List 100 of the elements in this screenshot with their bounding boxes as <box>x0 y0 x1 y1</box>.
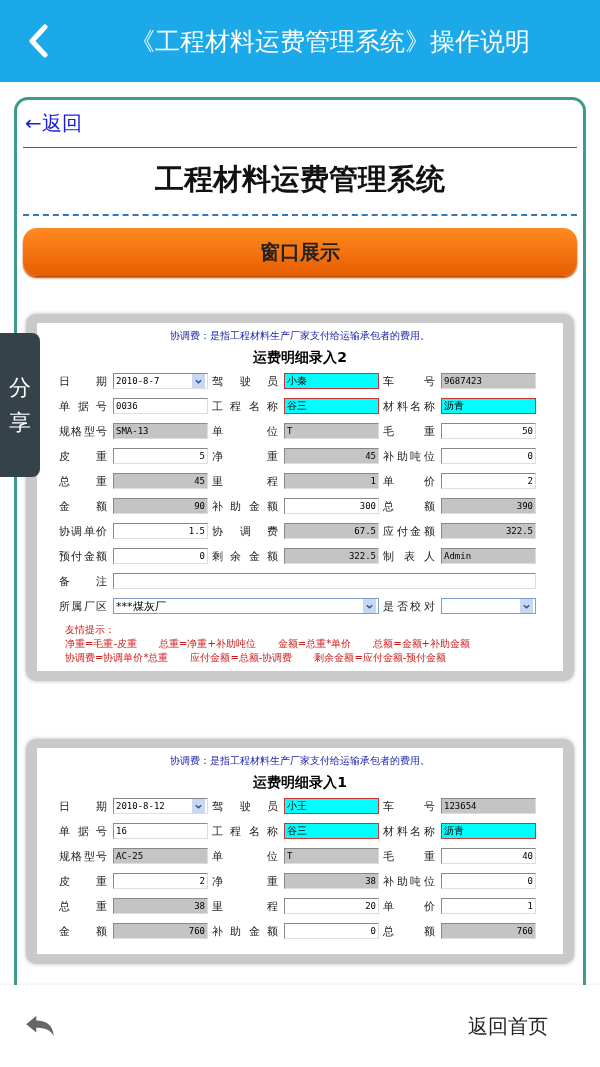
field-label: 毛重 <box>383 423 436 439</box>
input-field[interactable]: 67.5 <box>284 523 379 539</box>
field-label: 单据号 <box>59 823 108 839</box>
field-label: 日期 <box>59 373 108 389</box>
field-label: 制表人 <box>383 548 436 564</box>
field-label: 总额 <box>383 923 436 939</box>
section-button[interactable]: 窗口展示 <box>23 228 577 276</box>
input-field[interactable]: 小秦 <box>284 373 379 389</box>
field-label: 预付金额 <box>59 548 108 564</box>
input-field[interactable]: 0036 <box>113 398 208 414</box>
input-field[interactable]: 38 <box>284 873 379 889</box>
field-label: 规格型号 <box>59 848 108 864</box>
input-field[interactable]: 0 <box>441 873 536 889</box>
field-label: 车号 <box>383 373 436 389</box>
input-field[interactable]: 40 <box>441 848 536 864</box>
field-label: 协调单价 <box>59 523 108 539</box>
input-field[interactable]: 谷三 <box>284 398 379 414</box>
field-label: 补助金额 <box>212 498 279 514</box>
field-label: 工程名称 <box>212 823 279 839</box>
formula-text: 总额=金额+补助金额 <box>373 637 470 651</box>
input-field[interactable]: 16 <box>113 823 208 839</box>
field-label: 材料名称 <box>383 823 436 839</box>
formula-text: 剩余金额=应付金额-预付金额 <box>314 651 447 665</box>
back-link[interactable]: ←返回 <box>23 110 577 147</box>
input-field[interactable]: 0 <box>113 548 208 564</box>
input-field[interactable]: 322.5 <box>284 548 379 564</box>
input-field[interactable]: 5 <box>113 448 208 464</box>
input-field[interactable] <box>113 573 536 589</box>
input-field[interactable]: 沥青 <box>441 823 536 839</box>
input-field[interactable]: 0 <box>284 923 379 939</box>
input-field[interactable]: ***煤灰厂 <box>113 598 379 614</box>
input-field[interactable]: 小王 <box>284 798 379 814</box>
note-text: 协调费：是指工程材料生产厂家支付给运输承包者的费用。 <box>169 754 431 768</box>
field-label: 总重 <box>59 473 108 489</box>
page-title: 《工程材料运费管理系统》操作说明 <box>130 25 530 58</box>
field-label: 皮重 <box>59 448 108 464</box>
input-field[interactable]: 45 <box>284 448 379 464</box>
dropdown-icon[interactable] <box>192 374 205 388</box>
field-label: 毛重 <box>383 848 436 864</box>
input-field[interactable]: 0 <box>441 448 536 464</box>
input-field[interactable]: 2010-8-7 <box>113 373 208 389</box>
input-field[interactable]: 123654 <box>441 798 536 814</box>
field-label: 皮重 <box>59 873 108 889</box>
field-label: 总额 <box>383 498 436 514</box>
field-label: 车号 <box>383 798 436 814</box>
field-label: 协调费 <box>212 523 279 539</box>
formula-text: 金额=总重*单价 <box>277 637 352 651</box>
input-field[interactable]: 300 <box>284 498 379 514</box>
input-field[interactable]: 谷三 <box>284 823 379 839</box>
formula-text: 应付金额=总额-协调费 <box>190 651 293 665</box>
field-label: 驾驶员 <box>212 798 279 814</box>
field-label: 单位 <box>212 848 279 864</box>
input-field[interactable]: 2 <box>113 873 208 889</box>
input-field[interactable]: T <box>284 423 379 439</box>
input-field[interactable]: 390 <box>441 498 536 514</box>
input-field[interactable]: 1 <box>284 473 379 489</box>
dropdown-icon[interactable] <box>520 599 533 613</box>
input-field[interactable]: 沥青 <box>441 398 536 414</box>
input-field[interactable]: AC-25 <box>113 848 208 864</box>
field-label: 单据号 <box>59 398 108 414</box>
field-label: 单价 <box>383 898 436 914</box>
share-tab[interactable]: 分享 <box>0 333 40 477</box>
field-label: 补助金额 <box>212 923 279 939</box>
note-text: 协调费：是指工程材料生产厂家支付给运输承包者的费用。 <box>169 329 431 343</box>
back-icon[interactable] <box>28 24 48 58</box>
input-field[interactable]: 2 <box>441 473 536 489</box>
input-field[interactable]: 1.5 <box>113 523 208 539</box>
input-field[interactable]: 1 <box>441 898 536 914</box>
input-field[interactable]: 90 <box>113 498 208 514</box>
form-title: 运费明细录入1 <box>252 774 348 792</box>
formula-text: 协调费=协调单价*总重 <box>65 651 169 665</box>
back-arrow-icon[interactable] <box>24 1014 56 1038</box>
input-field[interactable]: SMA-13 <box>113 423 208 439</box>
field-label: 补助吨位 <box>383 448 436 464</box>
input-field[interactable]: 20 <box>284 898 379 914</box>
home-link[interactable]: 返回首页 <box>468 1012 548 1040</box>
field-label: 日期 <box>59 798 108 814</box>
field-label: 备注 <box>59 573 108 589</box>
input-field[interactable]: 322.5 <box>441 523 536 539</box>
input-field[interactable]: T <box>284 848 379 864</box>
field-label: 净重 <box>212 448 279 464</box>
dropdown-icon[interactable] <box>192 799 205 813</box>
field-label: 材料名称 <box>383 398 436 414</box>
formula-text: 总重=净重+补助吨位 <box>159 637 256 651</box>
field-label: 里程 <box>212 473 279 489</box>
input-field[interactable]: 760 <box>113 923 208 939</box>
dropdown-icon[interactable] <box>363 599 376 613</box>
input-field[interactable] <box>441 598 536 614</box>
field-label: 驾驶员 <box>212 373 279 389</box>
field-label: 单价 <box>383 473 436 489</box>
field-label: 金额 <box>59 923 108 939</box>
input-field[interactable]: 2010-8-12 <box>113 798 208 814</box>
input-field[interactable]: 38 <box>113 898 208 914</box>
input-field[interactable]: 45 <box>113 473 208 489</box>
input-field[interactable]: Admin <box>441 548 536 564</box>
hint-title: 友情提示： <box>65 623 116 637</box>
input-field[interactable]: 9687423 <box>441 373 536 389</box>
field-label: 补助吨位 <box>383 873 436 889</box>
input-field[interactable]: 50 <box>441 423 536 439</box>
input-field[interactable]: 760 <box>441 923 536 939</box>
